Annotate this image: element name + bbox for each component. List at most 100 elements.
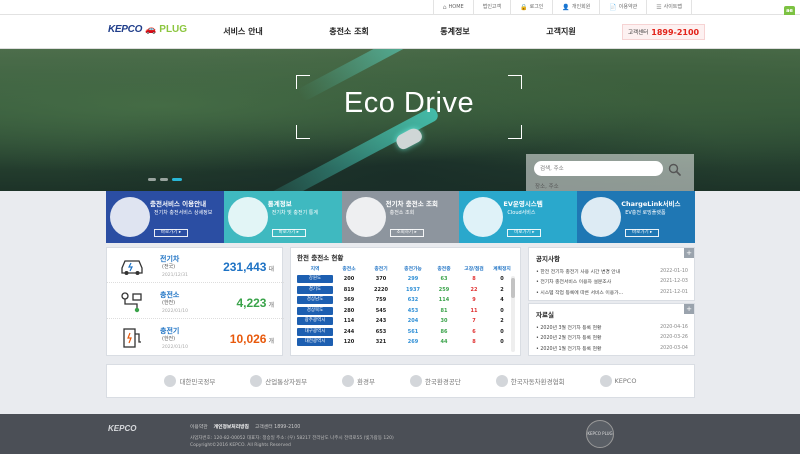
service-card[interactable]: ChargeLink서비스 EV충전 로밍플랫폼 바로가기 xyxy=(577,191,695,243)
stat-ev: 전기차 (전국) 2021/12/31 231,443 대 xyxy=(107,248,284,283)
util-link[interactable]: ☰ 사이트맵 xyxy=(646,0,692,15)
nav-service[interactable]: 서비스 안내 xyxy=(190,15,296,49)
slider-dots xyxy=(148,178,182,181)
service-card[interactable]: EV운영시스템 Cloud서비스 바로가기 xyxy=(459,191,578,243)
stat-sub: (한전) xyxy=(162,300,176,306)
card-button[interactable]: 바로가기 xyxy=(154,229,188,237)
nav-station-search[interactable]: 충전소 조회 xyxy=(296,15,402,49)
footer-privacy-link[interactable]: 개인정보처리방침 xyxy=(214,423,249,430)
partner-logo[interactable]: 환경부 xyxy=(342,375,375,387)
card-image xyxy=(110,197,150,237)
status-cell: 86 xyxy=(440,328,448,335)
notice-list: • 한전 전기차 충전기 사용 시간 변경 안내 2022-01-10 • 전기차 … xyxy=(536,266,688,298)
util-link[interactable]: ⌂ HOME xyxy=(432,0,473,15)
status-row[interactable]: 경상북도 280 545 453 81 11 0 xyxy=(297,306,515,317)
status-cell: 280 xyxy=(343,307,355,314)
notice-item[interactable]: • 시스템 작업 등록에 따른 서비스 이용가... 2021-12-01 xyxy=(536,287,688,298)
footer-address: 사업자번호: 120-82-00052 대표자: 정승일 주소: (우) 582… xyxy=(190,436,394,441)
util-link-label: 이용약관 xyxy=(618,4,638,10)
util-link[interactable]: 🔒 로그인 xyxy=(510,0,552,15)
card-image xyxy=(463,197,504,237)
footer-logo: KEPCO xyxy=(108,424,137,433)
status-row[interactable]: 대전광역시 120 321 269 44 8 0 xyxy=(297,337,515,348)
slider-dot[interactable] xyxy=(160,178,168,181)
card-button[interactable]: 조회하기 xyxy=(389,229,424,237)
notice-item-text: • 시스템 작업 등록에 따른 서비스 이용가... xyxy=(536,290,624,296)
partner-logo[interactable]: 대한민국정부 xyxy=(164,375,215,387)
site-logo[interactable]: KEPCO 🚗 PLUG xyxy=(108,24,187,35)
refs-more-button[interactable]: + xyxy=(684,304,694,314)
search-icon[interactable] xyxy=(668,163,681,176)
refs-list: • 2020년 3월 전기차 등록 현황 2020-04-16 • 2020년 2월… xyxy=(536,322,688,354)
notice-item-text: • 한전 전기차 충전기 사용 시간 변경 안내 xyxy=(536,269,621,275)
status-scrollbar[interactable] xyxy=(511,276,515,352)
status-row[interactable]: 경기도 819 2220 1937 259 22 2 xyxy=(297,285,515,296)
footer-terms-link[interactable]: 이용약관 xyxy=(190,423,208,430)
scroll-thumb[interactable] xyxy=(511,278,515,298)
service-card[interactable]: 통계정보 전기차 및 충전기 통계 바로가기 xyxy=(223,191,342,243)
status-row[interactable]: 광주광역시 114 243 204 30 7 2 xyxy=(297,316,515,327)
refs-item[interactable]: • 2020년 2월 전기차 등록 현황 2020-03-26 xyxy=(536,333,688,344)
emblem-icon xyxy=(250,375,263,387)
nav-statistics[interactable]: 통계정보 xyxy=(402,15,508,49)
notice-item[interactable]: • 전기차 충전서비스 이용자 설문조사 2021-12-03 xyxy=(536,277,688,288)
search-input[interactable] xyxy=(534,161,663,176)
card-button[interactable]: 바로가기 xyxy=(271,229,306,237)
station-status-panel: 한전 충전소 현황 지역 충전소 충전기 충전가능 충전중 고장/점검 계획정지 강원도 20… xyxy=(290,247,521,356)
status-table-header: 지역 충전소 충전기 충전가능 충전중 고장/점검 계획정지 xyxy=(297,265,515,272)
stat-date: 2022/01/10 xyxy=(162,345,188,350)
partner-name: 한국자동차환경협회 xyxy=(510,378,565,386)
notice-more-button[interactable]: + xyxy=(684,248,694,258)
stat-value: 4,223 개 xyxy=(236,296,274,310)
utility-bar: ⌂ HOME 법인고객 🔒 로그인 👤 개인회원 📄 이용약관 ☰ 사이트맵 ae xyxy=(0,0,800,17)
status-row[interactable]: 강원도 200 370 299 63 8 0 xyxy=(297,274,515,285)
emblem-icon xyxy=(164,375,177,387)
refs-item[interactable]: • 2020년 1월 전기차 등록 현황 2020-03-04 xyxy=(536,343,688,354)
status-col-header: 고장/점검 xyxy=(464,267,484,272)
status-cell: 321 xyxy=(375,339,387,346)
card-subtitle: 충전소 조회 xyxy=(389,210,415,216)
status-row[interactable]: 대구광역시 244 653 561 86 6 0 xyxy=(297,327,515,338)
refs-item[interactable]: • 2020년 3월 전기차 등록 현황 2020-04-16 xyxy=(536,322,688,333)
nav-support[interactable]: 고객지원 xyxy=(508,15,614,49)
status-cell: 259 xyxy=(438,286,450,293)
slider-dot[interactable] xyxy=(148,178,156,181)
status-cell: 453 xyxy=(407,307,419,314)
status-cell: 81 xyxy=(440,307,448,314)
partner-logo[interactable]: 한국환경공단 xyxy=(409,375,461,387)
stat-value: 10,026 개 xyxy=(229,332,274,346)
partner-logo[interactable]: KEPCO xyxy=(599,375,636,387)
status-col-header: 지역 xyxy=(310,267,320,272)
stat-charger: 충전기 (한전) 2022/01/10 10,026 개 xyxy=(107,320,284,355)
partner-name: 한국환경공단 xyxy=(424,378,461,386)
card-title: 전기차 충전소 조회 xyxy=(385,200,438,208)
card-button[interactable]: 바로가기 xyxy=(507,229,542,237)
status-cell: 561 xyxy=(407,328,419,335)
notice-item-title: 시스템 작업 등록에 따른 서비스 이용가... xyxy=(540,290,624,296)
util-link[interactable]: 👤 개인회원 xyxy=(552,0,599,15)
notice-item[interactable]: • 한전 전기차 충전기 사용 시간 변경 안내 2022-01-10 xyxy=(536,266,688,277)
callcenter-label: 고객센터 xyxy=(628,30,649,36)
status-cell: 2220 xyxy=(374,286,388,293)
card-button[interactable]: 바로가기 xyxy=(625,229,660,237)
status-row[interactable]: 경상남도 369 759 632 114 9 4 xyxy=(297,295,515,306)
footer-badge: KEPCO PLUG xyxy=(586,420,614,448)
util-link[interactable]: 법인고객 xyxy=(472,0,510,15)
notice-item-date: 2021-12-03 xyxy=(660,279,688,285)
emblem-icon xyxy=(495,375,508,387)
status-cell: 22 xyxy=(470,286,478,293)
util-link[interactable]: 📄 이용약관 xyxy=(599,0,646,15)
status-cell: 632 xyxy=(407,297,419,304)
service-card[interactable]: 충전서비스 이용안내 전기차 충전서비스 상세정보 바로가기 xyxy=(106,191,224,243)
partner-logo[interactable]: 산업통상자원부 xyxy=(250,375,307,387)
status-col-header: 충전가능 xyxy=(404,267,422,272)
card-image xyxy=(227,197,268,237)
status-cell: 269 xyxy=(407,339,419,346)
service-card[interactable]: 전기차 충전소 조회충전소 조회조회하기 xyxy=(341,191,460,243)
status-cell: 1937 xyxy=(406,286,420,293)
status-cell: 8 xyxy=(472,339,476,346)
charging-station-icon xyxy=(121,292,142,313)
slider-dot-active[interactable] xyxy=(172,178,182,181)
partner-logo[interactable]: 한국자동차환경협회 xyxy=(495,375,565,387)
util-link-label: HOME xyxy=(448,4,464,10)
